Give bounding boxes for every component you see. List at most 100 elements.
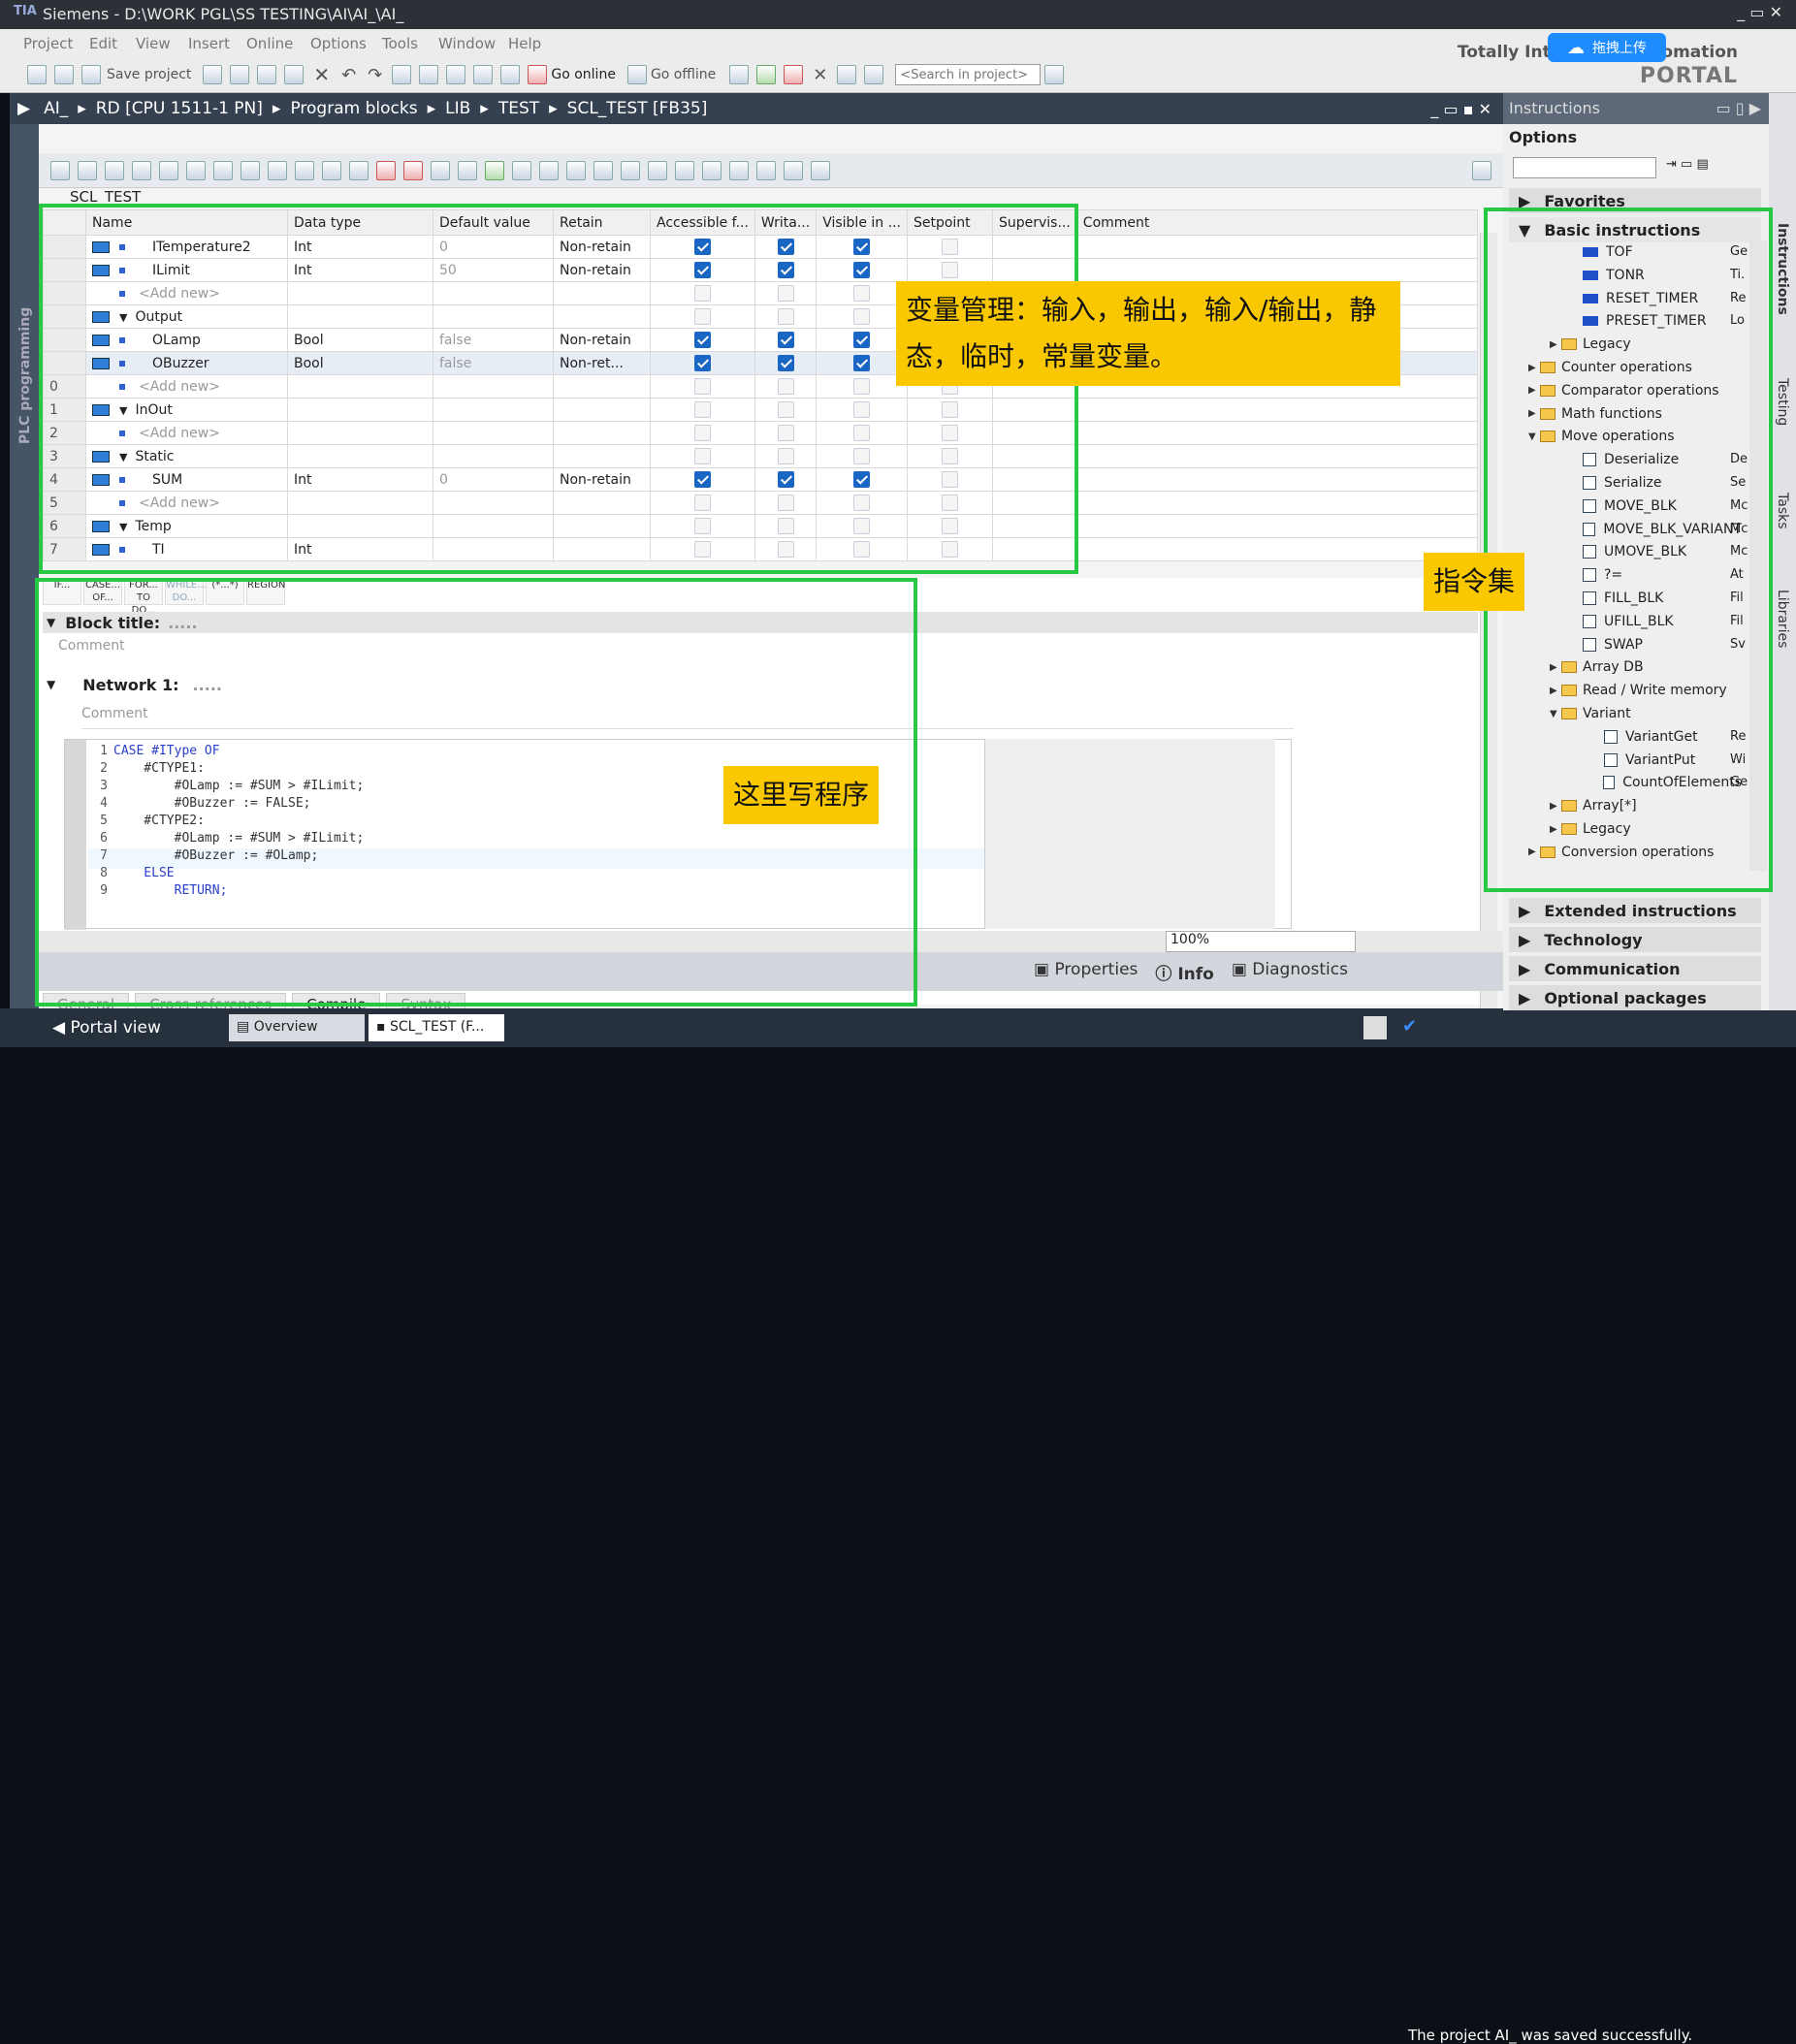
compare-icon[interactable] (485, 160, 504, 180)
format-icon[interactable] (349, 160, 369, 180)
uncomment-icon[interactable] (268, 160, 287, 180)
watch-icon[interactable] (458, 160, 477, 180)
view-toggle-icon[interactable]: ⇥ ▭ ▤ (1666, 157, 1753, 178)
menu-online[interactable]: Online (246, 35, 293, 52)
download-icon[interactable] (419, 65, 439, 84)
comment-cell[interactable] (1075, 467, 1479, 492)
comment-cell[interactable] (1075, 514, 1479, 538)
comment-cell[interactable] (1075, 398, 1479, 422)
comment-cell[interactable] (1075, 444, 1479, 468)
monitor-icon[interactable] (431, 160, 450, 180)
menu-tools[interactable]: Tools (382, 35, 418, 52)
comment-icon[interactable] (241, 160, 260, 180)
accessible-devices-icon[interactable] (729, 65, 750, 84)
comment-cell[interactable] (1075, 491, 1479, 515)
bookmark-icon[interactable] (295, 160, 314, 180)
split-vertical-icon[interactable] (864, 65, 884, 84)
portal-view-button[interactable]: ◀ Portal view (52, 1018, 161, 1038)
instruction-search-input[interactable] (1513, 157, 1656, 178)
tools-icon[interactable] (756, 160, 776, 180)
editor-tab[interactable]: ▪ SCL_TEST (F... (369, 1014, 504, 1041)
comment-cell[interactable] (1075, 421, 1479, 445)
new-project-icon[interactable] (27, 65, 47, 84)
tab-properties[interactable]: ▣ Properties (1034, 960, 1138, 984)
breadcrumb-item[interactable]: SCL_TEST [FB35] (567, 99, 708, 118)
network-icon[interactable] (593, 160, 613, 180)
save-icon[interactable] (81, 65, 101, 84)
print-icon[interactable] (203, 65, 223, 84)
menu-edit[interactable]: Edit (89, 35, 117, 52)
comment-cell[interactable] (1075, 235, 1479, 259)
menu-help[interactable]: Help (508, 35, 541, 52)
device-icon[interactable] (1363, 1016, 1387, 1039)
go-online-icon[interactable] (528, 65, 548, 84)
comment-cell[interactable] (1075, 537, 1479, 561)
communication-row[interactable]: ▶ Communication (1509, 956, 1761, 981)
open-project-icon[interactable] (54, 65, 74, 84)
upload-icon[interactable] (446, 65, 466, 84)
list-icon[interactable] (648, 160, 667, 180)
save-project-button[interactable]: Save project (107, 67, 191, 82)
error-next-icon[interactable] (376, 160, 396, 180)
simulation-icon[interactable] (473, 65, 494, 84)
breadcrumb-item[interactable]: TEST (498, 99, 539, 118)
menu-view[interactable]: View (136, 35, 171, 52)
expand-all-icon[interactable] (105, 160, 124, 180)
cross-reference-icon[interactable]: ✕ (813, 65, 827, 85)
search-project-input[interactable] (895, 64, 1042, 85)
stop-cpu-icon[interactable] (784, 65, 804, 84)
extended-instructions-row[interactable]: ▶ Extended instructions (1509, 898, 1761, 923)
delete-icon[interactable]: ✕ (313, 63, 330, 86)
optional-packages-row[interactable]: ▶ Optional packages (1509, 985, 1761, 1010)
vtab-libraries[interactable]: Libraries (1775, 590, 1790, 648)
start-simulation-icon[interactable] (500, 65, 521, 84)
go-online-button[interactable]: Go online (551, 67, 616, 82)
call-icon[interactable] (566, 160, 586, 180)
technology-row[interactable]: ▶ Technology (1509, 927, 1761, 952)
insert-row-icon[interactable] (50, 160, 70, 180)
vtab-instructions[interactable]: Instructions (1775, 223, 1790, 315)
undo-icon[interactable]: ↶ (341, 65, 356, 85)
breakpoint-icon[interactable] (539, 160, 559, 180)
indent-icon[interactable] (186, 160, 206, 180)
split-horizontal-icon[interactable] (837, 65, 857, 84)
add-row-icon[interactable] (78, 160, 97, 180)
cut-icon[interactable] (230, 65, 250, 84)
copy-icon[interactable] (257, 65, 277, 84)
tab-info[interactable]: ⓘ Info (1155, 960, 1213, 984)
paste-icon[interactable] (284, 65, 305, 84)
back-icon[interactable] (729, 160, 749, 180)
align-icon[interactable] (621, 160, 640, 180)
snapshot-icon[interactable] (159, 160, 178, 180)
step-icon[interactable] (512, 160, 531, 180)
menu-options[interactable]: Options (310, 35, 367, 52)
tab-diagnostics[interactable]: ▣ Diagnostics (1232, 960, 1348, 984)
zoom-select[interactable]: 100% (1166, 931, 1356, 952)
collapse-all-icon[interactable] (132, 160, 151, 180)
breadcrumb-arrow-icon[interactable]: ▶ (17, 99, 30, 118)
start-cpu-icon[interactable] (756, 65, 777, 84)
go-offline-icon[interactable] (626, 65, 647, 84)
goto-icon[interactable] (322, 160, 341, 180)
vtab-testing[interactable]: Testing (1775, 378, 1790, 426)
redo-icon[interactable]: ↷ (368, 65, 382, 85)
menu-window[interactable]: Window (438, 35, 496, 52)
glasses-icon[interactable] (784, 160, 803, 180)
error-prev-icon[interactable] (403, 160, 423, 180)
breadcrumb-item[interactable]: RD [CPU 1511-1 PN] (96, 99, 263, 118)
breadcrumb-item[interactable]: Program blocks (290, 99, 417, 118)
breadcrumb-item[interactable]: AI_ (44, 99, 68, 118)
comment-cell[interactable] (1075, 258, 1479, 282)
tree-icon[interactable] (675, 160, 694, 180)
jump-icon[interactable] (702, 160, 722, 180)
go-offline-button[interactable]: Go offline (651, 67, 716, 82)
menu-project[interactable]: Project (23, 35, 73, 52)
cpu-icon[interactable] (811, 160, 830, 180)
drag-upload-button[interactable]: ☁ 拖拽上传 (1548, 33, 1666, 62)
outdent-icon[interactable] (213, 160, 233, 180)
search-go-icon[interactable] (1044, 65, 1065, 84)
compile-icon[interactable] (392, 65, 412, 84)
overview-tab[interactable]: ▤ Overview (229, 1014, 365, 1041)
vtab-tasks[interactable]: Tasks (1775, 493, 1790, 529)
breadcrumb-item[interactable]: LIB (445, 99, 470, 118)
